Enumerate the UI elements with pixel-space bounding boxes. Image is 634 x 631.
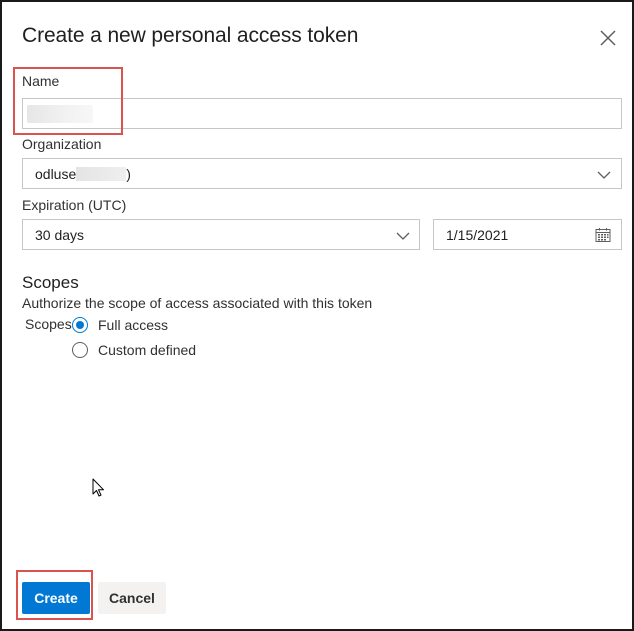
- chevron-down-icon: [396, 232, 410, 240]
- cancel-button[interactable]: Cancel: [98, 582, 166, 614]
- scopes-group-label: Scopes: [25, 316, 72, 332]
- radio-full-access[interactable]: Full access: [72, 315, 168, 335]
- expiration-date-picker[interactable]: 1/15/2021: [433, 219, 622, 250]
- radio-button-checked[interactable]: [72, 317, 88, 333]
- radio-button-unchecked[interactable]: [72, 342, 88, 358]
- close-icon: [600, 30, 616, 46]
- dialog-title: Create a new personal access token: [22, 24, 359, 47]
- expiration-select[interactable]: 30 days: [22, 219, 420, 250]
- name-input[interactable]: [22, 98, 622, 129]
- calendar-icon[interactable]: [595, 227, 611, 243]
- scopes-description: Authorize the scope of access associated…: [22, 295, 373, 311]
- mouse-pointer-icon: [92, 478, 104, 497]
- organization-select[interactable]: odluse): [22, 158, 622, 189]
- scopes-heading: Scopes: [22, 273, 79, 292]
- radio-custom-defined[interactable]: Custom defined: [72, 340, 196, 360]
- radio-label-custom-defined: Custom defined: [98, 342, 197, 358]
- close-button[interactable]: [596, 26, 620, 50]
- organization-label: Organization: [22, 136, 102, 152]
- create-token-dialog: Create a new personal access token Name …: [0, 0, 634, 631]
- name-label: Name: [22, 73, 60, 89]
- organization-value-prefix: odluse: [35, 166, 77, 182]
- organization-value-suffix: ): [126, 166, 131, 182]
- redacted-name: [27, 105, 93, 123]
- redacted-organization: [76, 167, 127, 181]
- radio-label-full-access: Full access: [98, 317, 169, 333]
- chevron-down-icon: [597, 171, 611, 179]
- organization-value: odluse): [35, 166, 131, 182]
- expiration-date-value: 1/15/2021: [446, 227, 509, 243]
- create-button[interactable]: Create: [22, 582, 90, 614]
- expiration-label: Expiration (UTC): [22, 197, 127, 213]
- expiration-value: 30 days: [35, 227, 85, 243]
